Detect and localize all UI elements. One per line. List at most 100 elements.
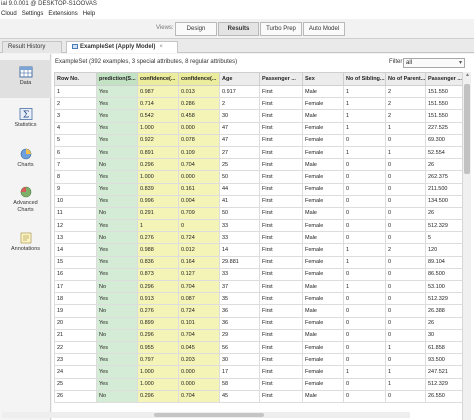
- table-cell: Male: [302, 109, 344, 123]
- table-cell: 0: [343, 170, 386, 184]
- svg-text:Σ: Σ: [22, 111, 28, 121]
- table-cell: Male: [302, 389, 344, 403]
- table-cell: 2: [385, 109, 426, 123]
- table-row[interactable]: 24 Yes 1.000 0.000 17 First Female 1 1 247.521: [54, 365, 462, 379]
- column-header[interactable]: confidence(...: [137, 72, 179, 86]
- table-cell: 0: [343, 304, 386, 318]
- table-cell: 0.164: [178, 255, 220, 269]
- table-cell: 0.000: [178, 377, 220, 391]
- vertical-scroll-thumb[interactable]: [464, 84, 470, 174]
- table-row[interactable]: 7 No 0.296 0.704 25 First Male 0 0 26: [54, 158, 462, 172]
- close-icon[interactable]: ×: [159, 44, 163, 50]
- table-row[interactable]: 2 Yes 0.714 0.286 2 First Female 1 2 151.550: [54, 97, 462, 111]
- column-header[interactable]: Passenger ...: [259, 72, 303, 86]
- table-row[interactable]: 15 Yes 0.836 0.164 29.881 First Female 1 0 89.104: [54, 255, 462, 269]
- table-row[interactable]: 9 Yes 0.839 0.161 44 First Female 0 0 211.500: [54, 182, 462, 196]
- table-cell: 10: [54, 194, 97, 208]
- table-row[interactable]: 11 No 0.291 0.709 50 First Male 0 0 26: [54, 206, 462, 221]
- column-header[interactable]: No of Sibling...: [343, 72, 386, 86]
- scroll-up-icon[interactable]: ▲: [464, 72, 471, 79]
- table-cell: 0.012: [178, 243, 220, 257]
- filter-dropdown[interactable]: all ▾: [403, 58, 465, 68]
- sidebar-item-data[interactable]: Data: [0, 60, 51, 98]
- table-cell: 0.013: [178, 84, 220, 99]
- column-header[interactable]: confidence(...: [178, 72, 220, 86]
- table-row[interactable]: 4 Yes 1.000 0.000 47 First Female 1 1 227.525: [54, 121, 462, 135]
- table-cell: 0: [385, 267, 426, 282]
- menu-settings[interactable]: Settings: [22, 9, 44, 19]
- tab-result-history[interactable]: Result History: [2, 41, 62, 53]
- table-cell: 0: [343, 194, 386, 208]
- menu-extensions[interactable]: Extensions: [48, 9, 77, 19]
- horizontal-scrollbar[interactable]: [2, 412, 410, 418]
- table-row[interactable]: 26 No 0.296 0.704 45 First Male 0 0 26.550: [54, 389, 462, 403]
- table-cell: Female: [302, 194, 344, 208]
- table-row[interactable]: 20 Yes 0.899 0.101 36 First Female 0 0 26: [54, 316, 462, 330]
- table-cell: 1: [343, 97, 386, 111]
- table-cell: First: [259, 158, 303, 172]
- table-row[interactable]: 10 Yes 0.996 0.004 41 First Female 0 0 134.500: [54, 194, 462, 208]
- table-cell: 0.276: [137, 231, 179, 245]
- table-cell: First: [259, 84, 303, 99]
- table-cell: 0: [385, 133, 426, 147]
- table-cell: 0: [385, 255, 426, 269]
- table-cell: First: [259, 182, 303, 196]
- table-cell: Female: [302, 145, 344, 160]
- column-header[interactable]: Row No.: [54, 72, 97, 86]
- table-row[interactable]: 6 Yes 0.891 0.109 27 First Female 1 1 52.554: [54, 145, 462, 160]
- sidebar-item-charts[interactable]: Charts: [0, 148, 51, 178]
- table-cell: Yes: [96, 365, 138, 379]
- table-row[interactable]: 13 No 0.276 0.724 33 First Male 0 0 5: [54, 231, 462, 245]
- column-header[interactable]: Age: [219, 72, 260, 86]
- column-header[interactable]: Sex: [302, 72, 344, 86]
- table-cell: First: [259, 109, 303, 123]
- column-header[interactable]: prediction(S...: [96, 72, 138, 86]
- table-row[interactable]: 18 Yes 0.913 0.087 35 First Female 0 0 512.329: [54, 292, 462, 306]
- table-row[interactable]: 19 No 0.276 0.724 36 First Male 0 0 26.388: [54, 304, 462, 318]
- menu-cloud[interactable]: Cloud: [1, 9, 17, 19]
- table-row[interactable]: 16 Yes 0.873 0.127 33 First Female 0 0 86.500: [54, 267, 462, 282]
- table-cell: 0: [385, 219, 426, 233]
- table-cell: 17: [54, 279, 97, 294]
- table-cell: 25: [54, 377, 97, 391]
- view-turbo-prep-button[interactable]: Turbo Prep: [260, 22, 302, 36]
- table-row[interactable]: 25 Yes 1.000 0.000 58 First Female 0 1 512.329: [54, 377, 462, 391]
- sidebar-item-statistics[interactable]: Σ Statistics: [0, 108, 51, 138]
- table-cell: 1: [343, 279, 386, 294]
- sidebar-item-annotations[interactable]: Annotations: [0, 232, 51, 262]
- menu-help[interactable]: Help: [83, 9, 95, 19]
- table-row[interactable]: 22 Yes 0.955 0.045 56 First Female 0 1 61.858: [54, 340, 462, 355]
- table-cell: 17: [219, 365, 260, 379]
- table-row[interactable]: 23 Yes 0.797 0.203 30 First Female 0 0 93.500: [54, 353, 462, 367]
- table-cell: 1: [385, 145, 426, 160]
- table-cell: First: [259, 219, 303, 233]
- table-cell: 1: [343, 243, 386, 257]
- table-row[interactable]: 21 No 0.296 0.704 29 First Male 0 0 30: [54, 328, 462, 342]
- table-row[interactable]: 3 Yes 0.542 0.458 30 First Male 1 2 151.550: [54, 109, 462, 123]
- view-auto-model-button[interactable]: Auto Model: [303, 22, 345, 36]
- table-row[interactable]: 8 Yes 1.000 0.000 50 First Female 0 0 262.375: [54, 170, 462, 184]
- table-header-row: Row No. prediction(S... confidence(... conf…: [54, 72, 462, 86]
- table-row[interactable]: 1 Yes 0.987 0.013 0.917 First Male 1 2 151.550: [54, 84, 462, 99]
- table-row[interactable]: 5 Yes 0.922 0.078 47 First Female 0 0 69.300: [54, 133, 462, 147]
- table-row[interactable]: 14 Yes 0.988 0.012 14 First Female 1 2 120: [54, 243, 462, 257]
- table-cell: 0.996: [137, 194, 179, 208]
- table-cell: 1: [343, 109, 386, 123]
- vertical-scrollbar[interactable]: ▲: [462, 72, 471, 420]
- column-header[interactable]: No of Parent...: [385, 72, 426, 86]
- tab-exampleset[interactable]: ExampleSet (Apply Model) ×: [66, 41, 178, 53]
- table-cell: 0.000: [178, 365, 220, 379]
- view-design-button[interactable]: Design: [175, 22, 217, 36]
- table-cell: 0.704: [178, 389, 220, 403]
- view-results-button[interactable]: Results: [218, 22, 259, 36]
- table-row[interactable]: 17 No 0.296 0.704 37 First Male 1 0 53.100: [54, 279, 462, 294]
- horizontal-scroll-thumb[interactable]: [154, 413, 264, 417]
- table-cell: First: [259, 340, 303, 355]
- sidebar-item-advanced-charts[interactable]: Advanced Charts: [0, 186, 51, 224]
- table-cell: First: [259, 279, 303, 294]
- column-header[interactable]: Passenger ...: [425, 72, 462, 86]
- table-cell: 19: [54, 304, 97, 318]
- table-cell: 0: [343, 219, 386, 233]
- table-cell: 2: [54, 97, 97, 111]
- table-row[interactable]: 12 Yes 1 0 33 First Female 0 0 512.329: [54, 219, 462, 233]
